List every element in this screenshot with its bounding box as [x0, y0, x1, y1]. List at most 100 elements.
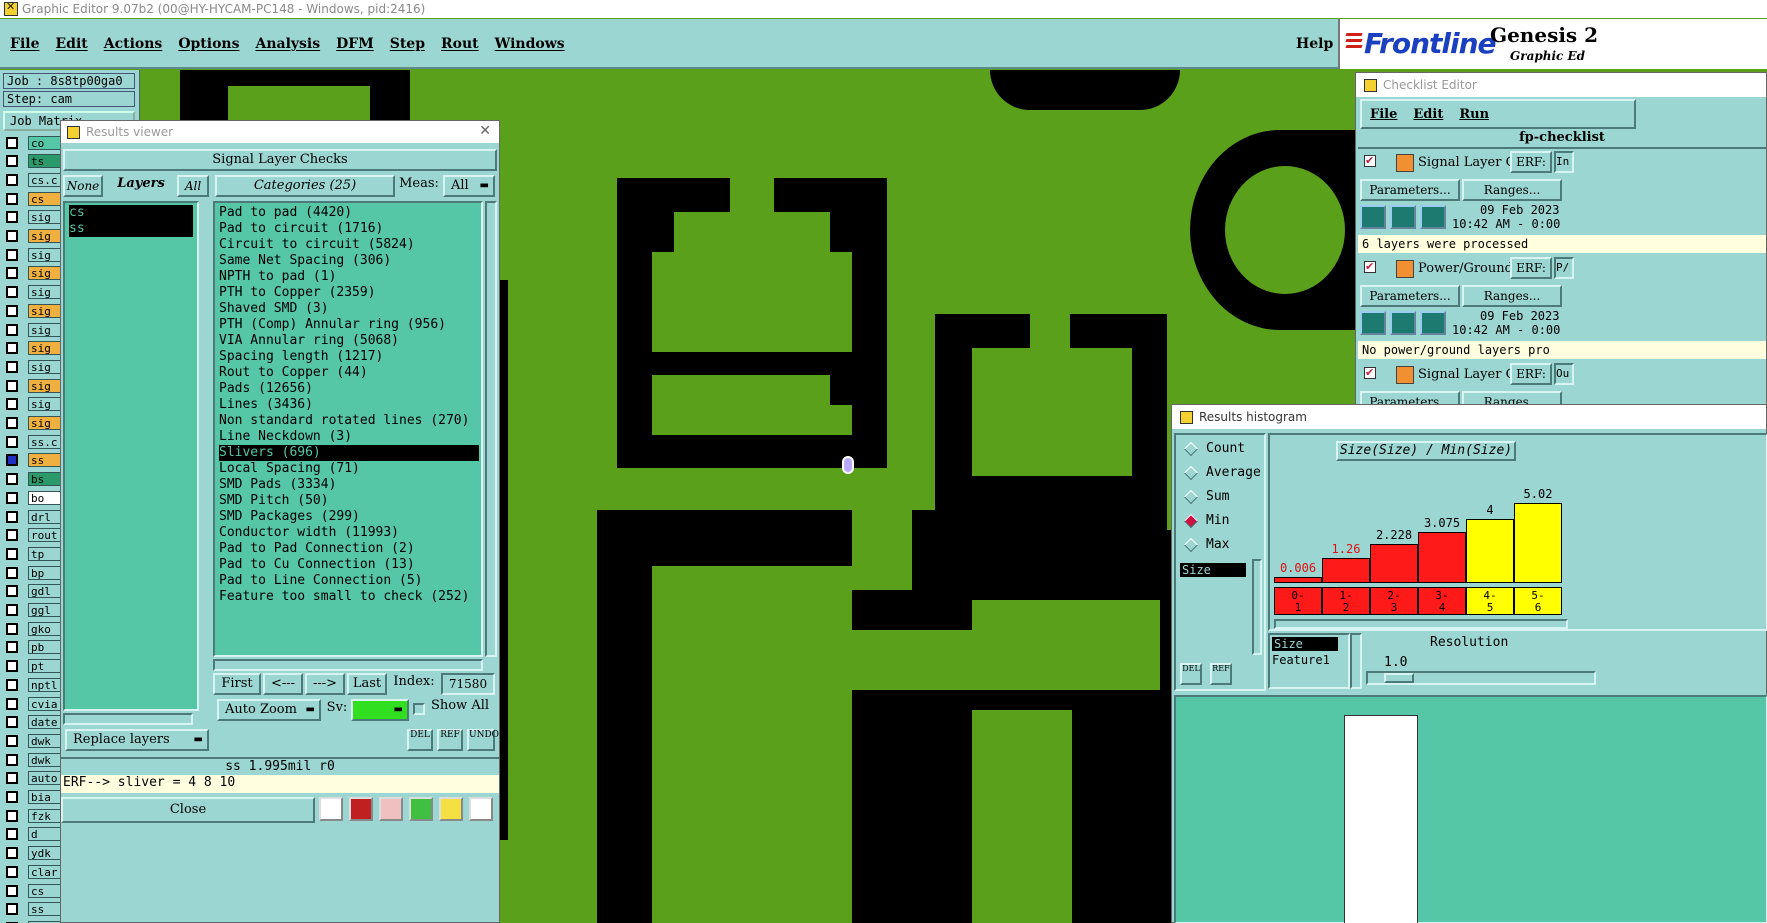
layer-checkbox[interactable] [6, 491, 18, 504]
menu-help[interactable]: Help [1296, 36, 1333, 52]
histogram-bar[interactable] [1514, 503, 1562, 583]
menu-actions[interactable]: Actions [104, 36, 163, 52]
layer-checkbox[interactable] [6, 809, 18, 822]
layer-checkbox[interactable] [6, 136, 18, 149]
layer-row[interactable]: auto [6, 770, 64, 787]
replace-layers-dropdown[interactable]: Replace layers ▬ [65, 729, 209, 751]
layer-name[interactable]: cs_ [28, 883, 64, 898]
layer-name[interactable]: clar [28, 864, 64, 879]
mode-radio-min[interactable]: Min [1183, 513, 1229, 528]
histogram-bar[interactable] [1322, 558, 1370, 583]
category-item[interactable]: PTH (Comp) Annular ring (956) [219, 317, 446, 333]
category-item[interactable]: VIA Annular ring (5068) [219, 333, 399, 349]
resolution-slider-thumb[interactable] [1384, 673, 1414, 683]
category-item[interactable]: Line Neckdown (3) [219, 429, 352, 445]
layers-list[interactable]: cs ss [63, 201, 199, 711]
run-action-icon[interactable] [1360, 205, 1386, 229]
layer-row[interactable]: rout [6, 527, 64, 544]
layer-name[interactable]: cvia [28, 696, 64, 711]
category-item[interactable]: Shaved SMD (3) [219, 301, 329, 317]
layer-row[interactable]: tp [6, 545, 64, 562]
layer-checkbox[interactable] [6, 566, 18, 579]
layer-name[interactable]: sig [28, 322, 64, 337]
histogram-bin-label[interactable]: 5- 6 [1514, 587, 1562, 615]
layer-name[interactable]: sig [28, 210, 64, 225]
layer-name[interactable]: cs [28, 191, 64, 206]
layer-name[interactable]: dwk [28, 733, 64, 748]
layer-name[interactable]: tp [28, 546, 64, 561]
category-item[interactable]: Conductor width (11993) [219, 525, 399, 541]
layer-checkbox[interactable] [6, 398, 18, 411]
layer-row[interactable]: sig [6, 415, 64, 432]
layer-name[interactable]: nptl [28, 677, 64, 692]
layer-checkbox[interactable] [6, 791, 18, 803]
layer-name[interactable]: sig [28, 229, 64, 243]
layer-name[interactable]: bo [28, 490, 64, 505]
radio-indicator[interactable] [1183, 441, 1199, 456]
layer-row[interactable]: ydk [6, 845, 64, 862]
layer-name[interactable]: bia [28, 790, 64, 804]
run-action-icon[interactable] [1390, 311, 1416, 335]
layer-checkbox[interactable] [6, 323, 18, 336]
layer-checkbox[interactable] [6, 435, 18, 448]
histogram-bar[interactable] [1418, 532, 1466, 583]
layer-checkbox[interactable] [6, 547, 18, 560]
layer-name[interactable]: dwk [28, 752, 64, 767]
category-item[interactable]: Pad to Pad Connection (2) [219, 541, 415, 557]
category-item[interactable]: Local Spacing (71) [219, 461, 360, 477]
mode-radio-max[interactable]: Max [1183, 537, 1229, 552]
category-item[interactable]: Pad to pad (4420) [219, 205, 352, 221]
category-item[interactable]: Slivers (696) [219, 445, 479, 461]
layer-checkbox[interactable] [6, 697, 18, 710]
layer-name[interactable]: sig [28, 359, 64, 374]
ranges-button[interactable]: Ranges... [1462, 179, 1562, 201]
layer-row[interactable]: sig [6, 396, 64, 413]
layer-checkbox[interactable] [6, 903, 18, 916]
layer-checkbox[interactable] [6, 660, 18, 673]
layer-name[interactable]: drl [28, 509, 64, 524]
layer-name[interactable]: pb [28, 640, 64, 655]
show-all-checkbox[interactable] [413, 703, 425, 715]
layer-name[interactable]: d [28, 827, 64, 842]
radio-indicator[interactable] [1183, 513, 1199, 528]
layer-name[interactable]: ss [28, 453, 64, 468]
histogram-list-scrollbar[interactable] [1252, 559, 1262, 655]
layer-row[interactable]: pb [6, 639, 64, 656]
layer-checkbox[interactable] [6, 417, 18, 429]
layer-checkbox[interactable] [6, 267, 18, 280]
menu-step[interactable]: Step [390, 36, 425, 52]
layer-checkbox[interactable] [6, 473, 18, 486]
layer-row[interactable]: cs [6, 190, 64, 207]
sv-color-dropdown[interactable]: ▬ [351, 699, 409, 721]
layer-checkbox[interactable] [6, 230, 18, 242]
layer-name[interactable]: sig [28, 303, 64, 318]
layer-row[interactable]: sig [6, 265, 64, 282]
layer-name[interactable]: sig [28, 266, 64, 281]
info-tool-icon[interactable] [319, 797, 343, 821]
layer-name[interactable]: pt [28, 659, 64, 674]
radio-indicator[interactable] [1183, 537, 1199, 552]
layer-row[interactable]: sig [6, 209, 64, 226]
auto-zoom-dropdown[interactable]: Auto Zoom ▬ [217, 699, 321, 721]
layer-checkbox[interactable] [6, 248, 18, 261]
layer-name[interactable]: sig [28, 378, 64, 393]
ref-button[interactable]: REF [437, 729, 463, 751]
menu-edit[interactable]: Edit [55, 36, 87, 52]
first-button[interactable]: First [213, 673, 261, 695]
histogram-bin-label[interactable]: 0- 1 [1274, 587, 1322, 615]
menu-file[interactable]: File [10, 36, 39, 52]
histogram-hscroll[interactable] [1274, 619, 1568, 629]
del-button[interactable]: DEL [407, 729, 433, 751]
layer-name[interactable]: sig [28, 285, 64, 300]
layer-name[interactable]: co [28, 135, 64, 150]
number-tool-icon[interactable] [409, 797, 433, 821]
layer-row[interactable]: bp [6, 564, 64, 581]
feature-list-item[interactable]: Feature1 [1272, 653, 1330, 667]
layer-row[interactable]: d [6, 826, 64, 843]
layer-name[interactable]: ydk [28, 846, 64, 861]
layer-row[interactable]: sig [6, 284, 64, 301]
hist-del-button[interactable]: DEL [1180, 663, 1202, 685]
layer-checkbox[interactable] [6, 585, 18, 598]
layer-row[interactable]: sig [6, 228, 64, 245]
menu-analysis[interactable]: Analysis [255, 36, 320, 52]
